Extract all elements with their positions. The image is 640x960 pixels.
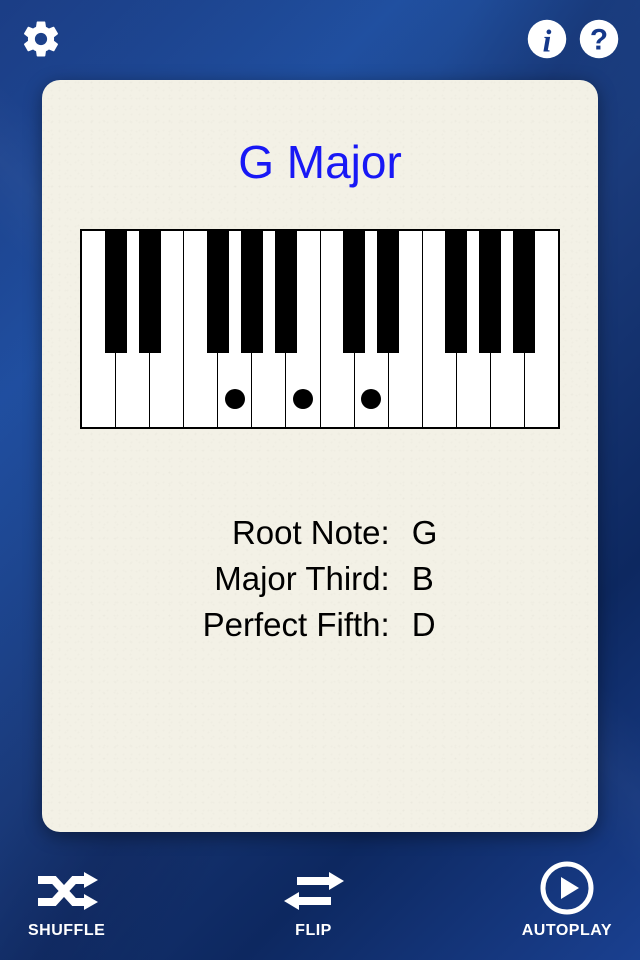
flashcard[interactable]: G Major xyxy=(42,80,598,832)
flip-button[interactable]: FLIP xyxy=(279,866,349,940)
autoplay-button[interactable]: AUTOPLAY xyxy=(522,860,612,940)
help-icon: ? xyxy=(578,18,620,60)
shuffle-button[interactable]: SHUFFLE xyxy=(28,866,105,940)
white-key xyxy=(321,231,355,427)
white-key xyxy=(150,231,184,427)
info-icon: i xyxy=(526,18,568,60)
white-key xyxy=(82,231,116,427)
white-key xyxy=(423,231,457,427)
flip-label: FLIP xyxy=(295,922,332,940)
piano-keyboard xyxy=(80,229,560,429)
perfect-fifth-label: Perfect Fifth: xyxy=(203,606,390,644)
root-note-label: Root Note: xyxy=(203,514,390,552)
shuffle-icon xyxy=(32,866,102,916)
gear-icon xyxy=(20,18,62,60)
major-third-value: B xyxy=(412,560,438,598)
autoplay-label: AUTOPLAY xyxy=(522,922,612,940)
white-key xyxy=(252,231,286,427)
note-marker-root xyxy=(225,389,245,409)
flip-icon xyxy=(279,866,349,916)
white-key xyxy=(457,231,491,427)
note-marker-third xyxy=(293,389,313,409)
white-key xyxy=(389,231,423,427)
help-button[interactable]: ? xyxy=(578,18,620,60)
svg-text:i: i xyxy=(543,23,552,58)
white-key xyxy=(525,231,558,427)
white-key xyxy=(116,231,150,427)
white-key xyxy=(184,231,218,427)
play-circle-icon xyxy=(539,860,595,916)
perfect-fifth-value: D xyxy=(412,606,438,644)
white-key xyxy=(491,231,525,427)
chord-notes: Root Note: G Major Third: B Perfect Fift… xyxy=(203,514,438,644)
root-note-value: G xyxy=(412,514,438,552)
major-third-label: Major Third: xyxy=(203,560,390,598)
shuffle-label: SHUFFLE xyxy=(28,922,105,940)
svg-text:?: ? xyxy=(590,24,608,57)
settings-button[interactable] xyxy=(20,18,62,60)
note-marker-fifth xyxy=(361,389,381,409)
chord-title: G Major xyxy=(238,135,402,189)
info-button[interactable]: i xyxy=(526,18,568,60)
